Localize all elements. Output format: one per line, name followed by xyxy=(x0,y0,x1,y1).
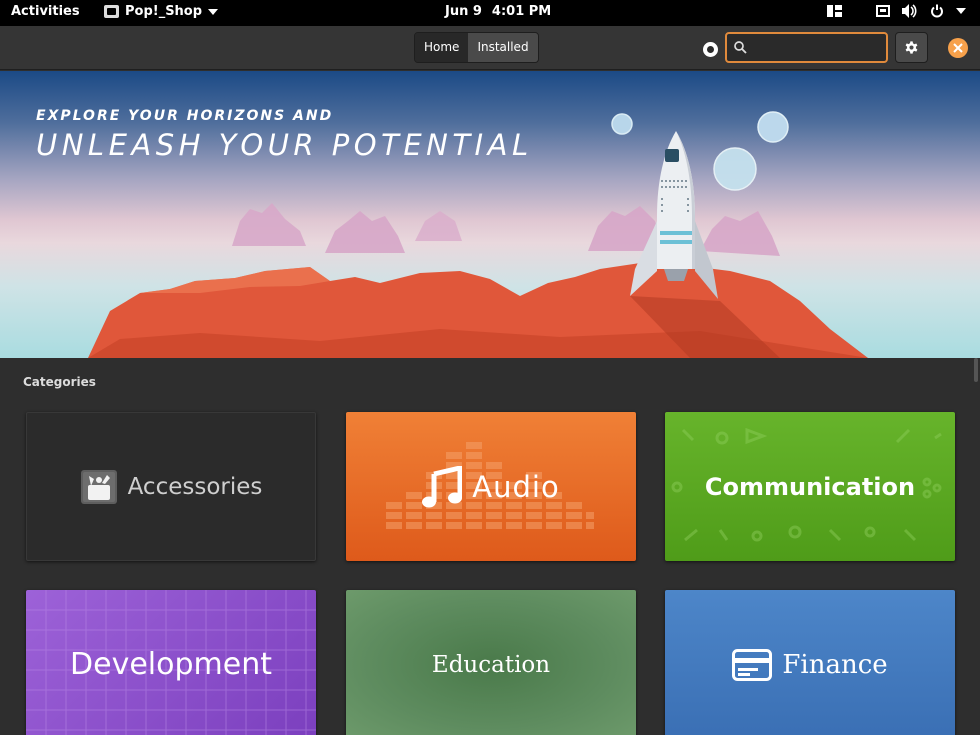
tab-home[interactable]: Home xyxy=(415,33,469,62)
search-input[interactable] xyxy=(751,37,881,59)
activities-button[interactable]: Activities xyxy=(11,4,80,19)
app-name: Pop!_Shop xyxy=(125,4,203,19)
category-tile-accessories[interactable]: Accessories xyxy=(26,412,316,561)
category-label: Development xyxy=(70,647,272,682)
music-note-icon xyxy=(422,465,463,507)
clock-time: 4:01 PM xyxy=(491,4,552,19)
network-wired-icon[interactable] xyxy=(876,5,890,17)
header-bar: Home Installed xyxy=(0,26,980,70)
search-box[interactable] xyxy=(725,32,888,63)
card-icon xyxy=(732,648,773,681)
close-button[interactable] xyxy=(948,38,968,58)
settings-button[interactable] xyxy=(895,32,928,63)
system-tray[interactable] xyxy=(827,4,966,18)
tab-installed[interactable]: Installed xyxy=(468,33,538,62)
category-tile-audio[interactable]: Audio xyxy=(346,412,636,561)
app-menu[interactable]: Pop!_Shop xyxy=(104,4,219,19)
category-tile-development[interactable]: Development xyxy=(26,590,316,735)
category-label: Communication xyxy=(704,472,916,501)
category-label: Audio xyxy=(472,469,560,504)
category-label: Finance xyxy=(782,649,888,680)
clock-date: Jun 9 xyxy=(445,4,482,19)
updates-indicator-icon[interactable] xyxy=(703,42,718,57)
accessories-icon xyxy=(80,469,117,504)
category-tile-communication[interactable]: Communication xyxy=(665,412,955,561)
gear-icon xyxy=(905,41,918,54)
search-icon xyxy=(734,41,747,54)
chevron-down-icon xyxy=(208,8,219,15)
shop-icon xyxy=(104,5,119,18)
view-switcher: Home Installed xyxy=(414,32,539,63)
category-tile-finance[interactable]: Finance xyxy=(665,590,955,735)
clock[interactable]: Jun 9 4:01 PM xyxy=(445,4,551,19)
category-label: Accessories xyxy=(127,473,263,500)
system-menu-chevron-icon[interactable] xyxy=(956,8,966,14)
banner-headline: UNLEASH YOUR POTENTIAL xyxy=(36,128,533,162)
banner-tagline: EXPLORE YOUR HORIZONS AND xyxy=(36,108,334,124)
hero-banner[interactable]: EXPLORE YOUR HORIZONS AND UNLEASH YOUR P… xyxy=(0,71,980,358)
scrollbar[interactable] xyxy=(974,358,978,382)
power-icon[interactable] xyxy=(930,4,944,18)
category-label: Education xyxy=(431,651,551,678)
top-bar: Activities Pop!_Shop Jun 9 4:01 PM xyxy=(0,0,980,26)
volume-icon[interactable] xyxy=(902,4,918,18)
close-icon xyxy=(953,43,963,53)
category-tile-education[interactable]: Education xyxy=(346,590,636,735)
workspaces-icon[interactable] xyxy=(827,5,842,17)
categories-heading: Categories xyxy=(23,375,96,389)
